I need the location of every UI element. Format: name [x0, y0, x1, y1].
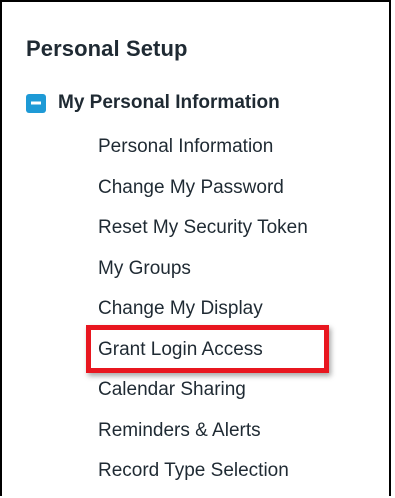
personal-info-menu: Personal Information Change My Password …	[98, 132, 308, 497]
menu-link[interactable]: Calendar Sharing	[98, 379, 246, 400]
menu-item-change-my-password[interactable]: Change My Password	[98, 173, 308, 214]
section-label[interactable]: My Personal Information	[58, 92, 280, 114]
menu-item-reset-my-security-token[interactable]: Reset My Security Token	[98, 213, 308, 254]
section-header-my-personal-information[interactable]: My Personal Information	[26, 92, 280, 114]
menu-item-reminders-alerts[interactable]: Reminders & Alerts	[98, 416, 308, 457]
personal-setup-panel: Personal Setup My Personal Information P…	[0, 0, 391, 496]
menu-link[interactable]: Grant Login Access	[98, 339, 263, 360]
menu-item-personal-information[interactable]: Personal Information	[98, 132, 308, 173]
menu-link[interactable]: Change My Password	[98, 177, 284, 198]
collapse-minus-icon[interactable]	[26, 93, 46, 113]
menu-item-calendar-sharing[interactable]: Calendar Sharing	[98, 375, 308, 416]
menu-item-record-type-selection[interactable]: Record Type Selection	[98, 456, 308, 497]
menu-link[interactable]: Reminders & Alerts	[98, 420, 261, 441]
menu-link[interactable]: Reset My Security Token	[98, 217, 308, 238]
panel-title: Personal Setup	[26, 36, 188, 61]
menu-item-grant-login-access[interactable]: Grant Login Access	[98, 335, 308, 376]
menu-link[interactable]: Record Type Selection	[98, 460, 289, 481]
menu-item-change-my-display[interactable]: Change My Display	[98, 294, 308, 335]
menu-link[interactable]: My Groups	[98, 258, 191, 279]
menu-link[interactable]: Change My Display	[98, 298, 263, 319]
menu-link[interactable]: Personal Information	[98, 136, 273, 157]
menu-item-my-groups[interactable]: My Groups	[98, 254, 308, 295]
